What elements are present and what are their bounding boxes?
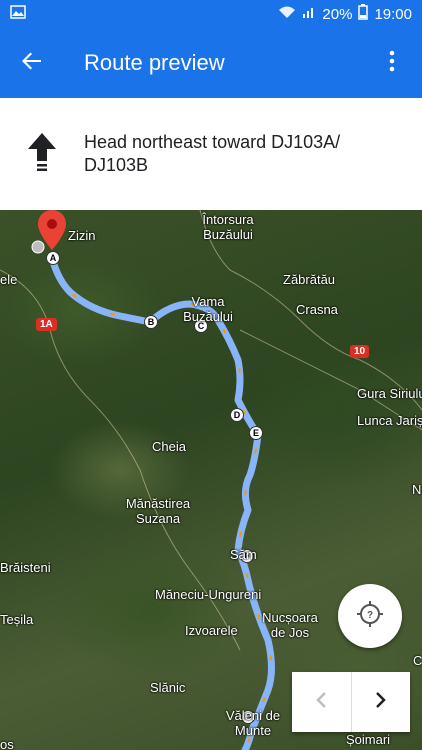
place-label: Săm	[230, 547, 257, 562]
more-vert-icon	[389, 50, 395, 77]
road-shield: 1A	[36, 318, 57, 331]
waypoint-marker[interactable]: E	[249, 426, 263, 440]
battery-icon	[358, 4, 369, 24]
svg-text:?: ?	[367, 610, 373, 621]
place-label: ele	[0, 272, 18, 287]
next-step-button[interactable]	[350, 672, 411, 732]
place-label: Nucșoara de Jos	[262, 610, 318, 640]
page-title: Route preview	[84, 50, 225, 75]
clock: 19:00	[374, 5, 412, 23]
map-overlay	[0, 210, 422, 750]
place-label: os	[0, 737, 14, 750]
place-label: Vama Buzăului	[183, 294, 233, 324]
place-label: Întorsura Buzăului	[202, 212, 254, 242]
place-label: Brăisteni	[0, 560, 51, 575]
place-label: Crasna	[296, 302, 338, 317]
place-label: Măneciu-Ungureni	[155, 587, 262, 602]
place-label: Zizin	[68, 228, 96, 243]
gallery-notification-icon	[10, 5, 26, 23]
destination-pin-icon[interactable]	[38, 210, 66, 250]
signal-icon	[302, 5, 316, 23]
place-label: Lunca Jariștei	[357, 413, 422, 428]
place-label: N	[412, 482, 422, 497]
map-view[interactable]: A B C D E F G 1A 10 Zizin Întorsura Buză…	[0, 210, 422, 750]
place-label: Zăbrătău	[283, 272, 336, 287]
place-label: Izvoarele	[185, 623, 238, 638]
road-shield: 10	[350, 345, 370, 358]
waypoint-marker[interactable]: D	[230, 408, 244, 422]
waypoint-marker[interactable]: A	[46, 251, 60, 265]
place-label: Teșila	[0, 612, 34, 627]
place-label: Mănăstirea Suzana	[125, 496, 191, 526]
status-right: 20% 19:00	[278, 4, 412, 24]
direction-step-card: Head northeast toward DJ103A/ DJ103B	[0, 98, 422, 210]
status-left	[10, 5, 26, 23]
place-label: Cheia	[152, 439, 186, 454]
place-label: Gura Siriului	[357, 386, 422, 401]
step-navigation	[292, 672, 410, 732]
battery-percent: 20%	[322, 5, 353, 23]
place-label: C	[413, 653, 422, 668]
direction-instruction: Head northeast toward DJ103A/ DJ103B	[84, 132, 341, 175]
chevron-left-icon	[315, 691, 327, 714]
previous-step-button[interactable]	[292, 672, 351, 732]
place-label: Văleni de Munte	[225, 708, 281, 738]
locate-button[interactable]: ?	[338, 584, 402, 648]
place-label: Slănic	[150, 680, 186, 695]
status-bar: 20% 19:00	[0, 0, 422, 28]
arrow-straight-icon	[28, 132, 56, 176]
app-bar: Route preview	[0, 28, 422, 98]
place-label: Șoimari	[346, 732, 391, 747]
back-button[interactable]	[0, 28, 64, 98]
waypoint-marker[interactable]: B	[144, 315, 158, 329]
chevron-right-icon	[375, 691, 387, 714]
more-options-button[interactable]	[362, 28, 422, 98]
wifi-icon	[278, 5, 296, 23]
locate-icon: ?	[356, 600, 384, 633]
direction-icon-wrap	[0, 132, 84, 176]
arrow-back-icon	[21, 50, 43, 77]
